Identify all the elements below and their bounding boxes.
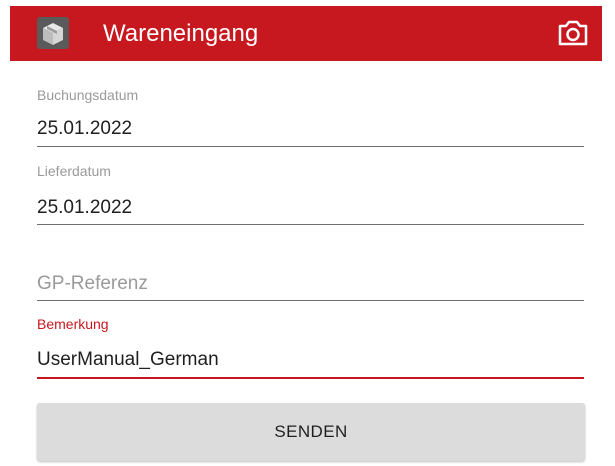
gp-referenz-field[interactable]: GP-Referenz xyxy=(37,266,584,302)
buchungsdatum-field[interactable]: Buchungsdatum 25.01.2022 xyxy=(37,84,584,148)
wareneingang-screen: Wareneingang Buchungsdatum 25.01.2022 Li… xyxy=(0,0,615,466)
camera-icon[interactable] xyxy=(556,18,590,48)
bemerkung-label: Bemerkung xyxy=(37,316,109,332)
send-button[interactable]: SENDEN xyxy=(37,403,585,461)
lieferdatum-field[interactable]: Lieferdatum 25.01.2022 xyxy=(37,160,584,226)
bemerkung-underline xyxy=(37,377,584,379)
gp-referenz-placeholder[interactable]: GP-Referenz xyxy=(37,273,148,295)
lieferdatum-label: Lieferdatum xyxy=(37,163,111,179)
toolbar: Wareneingang xyxy=(10,6,602,61)
box-icon xyxy=(35,15,71,51)
bemerkung-value[interactable]: UserManual_German xyxy=(37,349,219,371)
bemerkung-field[interactable]: Bemerkung UserManual_German xyxy=(37,312,584,380)
gp-referenz-underline xyxy=(37,300,584,301)
buchungsdatum-label: Buchungsdatum xyxy=(37,87,139,103)
lieferdatum-value[interactable]: 25.01.2022 xyxy=(37,197,132,219)
page-title: Wareneingang xyxy=(103,20,259,47)
lieferdatum-underline xyxy=(37,224,584,225)
buchungsdatum-value[interactable]: 25.01.2022 xyxy=(37,118,132,140)
buchungsdatum-underline xyxy=(37,146,584,147)
